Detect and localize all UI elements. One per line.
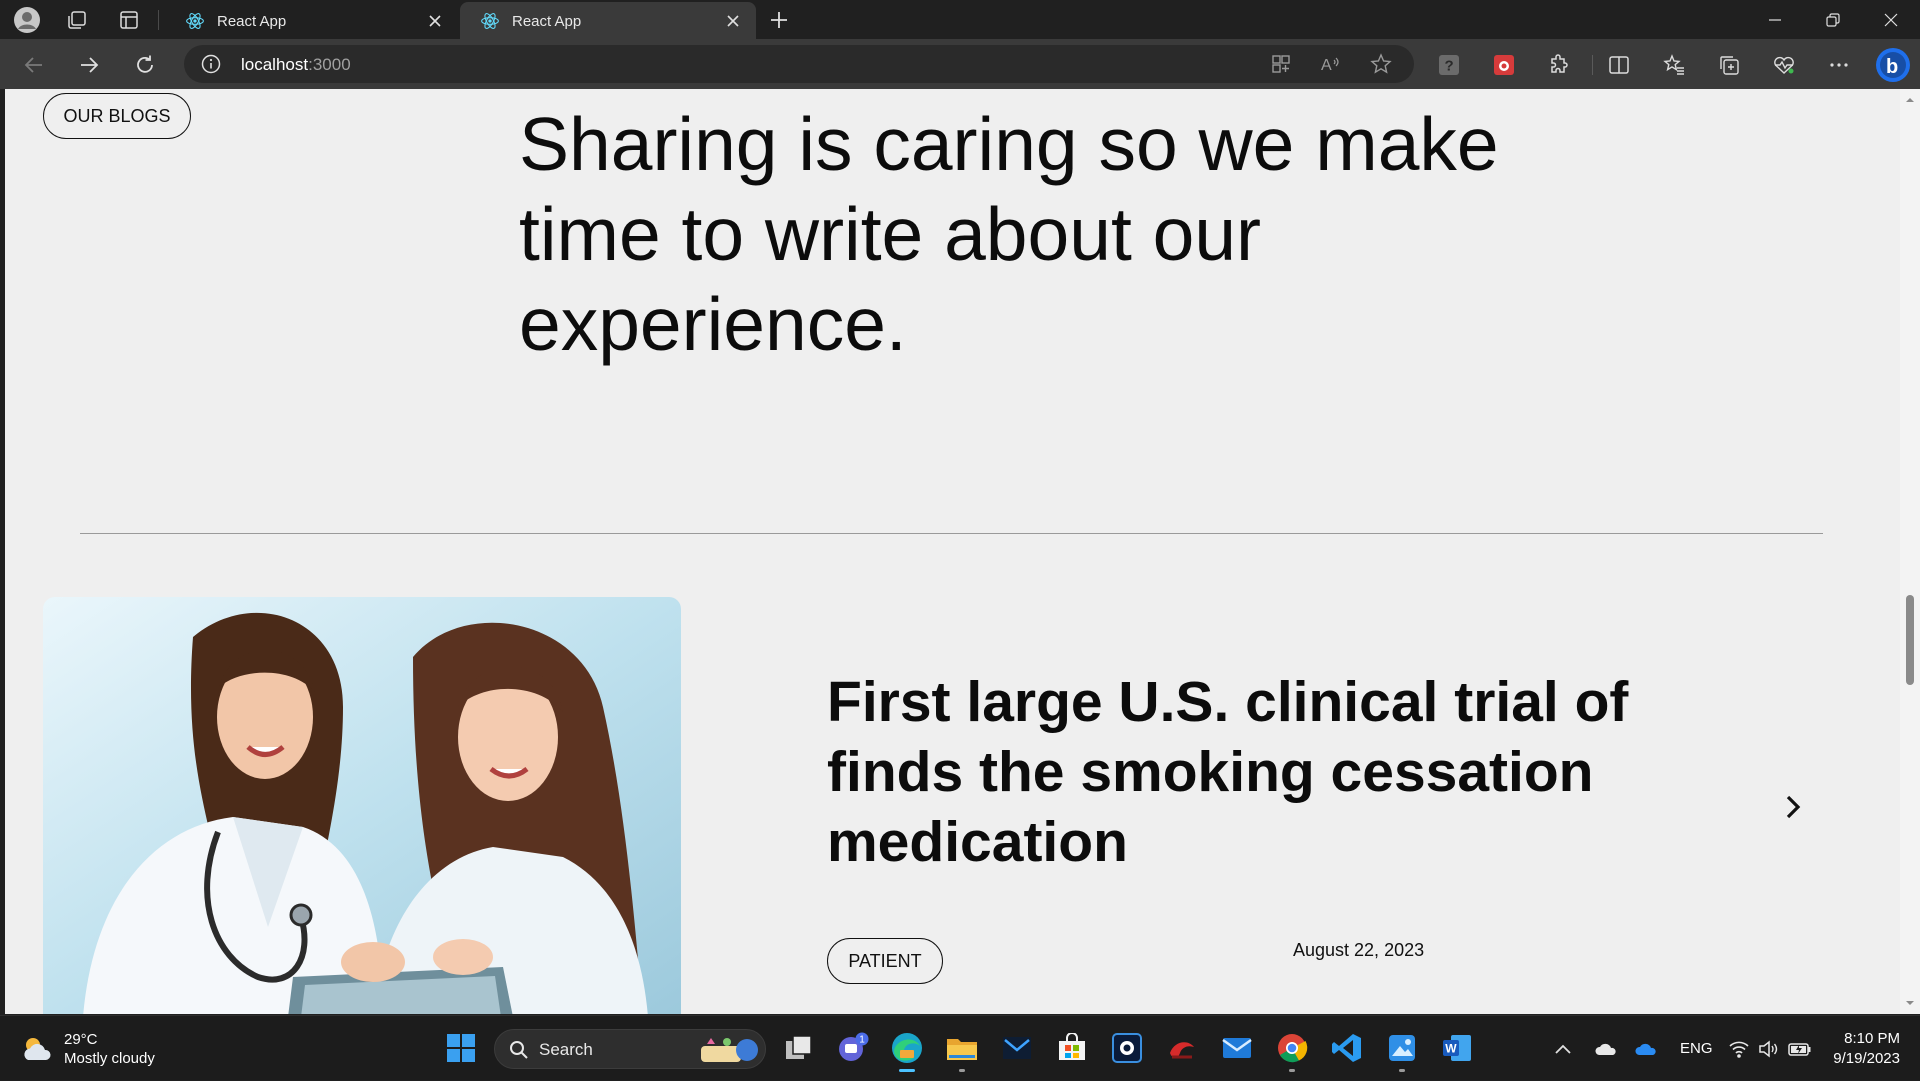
svg-text:W: W xyxy=(1445,1042,1457,1056)
tab-title: React App xyxy=(512,12,582,30)
close-tab-icon[interactable] xyxy=(724,12,742,30)
browser-essentials-icon[interactable] xyxy=(1767,48,1801,82)
teams-chat-icon[interactable]: 1 xyxy=(833,1028,873,1068)
split-screen-icon[interactable] xyxy=(1602,48,1636,82)
minimize-window-icon[interactable] xyxy=(1746,0,1804,39)
taskbar-clock[interactable]: 8:10 PM 9/19/2023 xyxy=(1816,1029,1900,1069)
red-app-icon[interactable] xyxy=(1162,1028,1202,1068)
react-favicon-icon xyxy=(186,13,204,29)
language-indicator[interactable]: ENG xyxy=(1680,1016,1713,1081)
blog-post-title[interactable]: First large U.S. clinical trial of finds… xyxy=(827,667,1687,877)
post-category-tag[interactable]: PATIENT xyxy=(827,938,943,984)
url-text: localhost:3000 xyxy=(241,55,351,75)
help-extension-icon[interactable]: ? xyxy=(1432,48,1466,82)
show-hidden-icons-chevron-icon[interactable] xyxy=(1554,1016,1572,1081)
favorite-star-icon[interactable] xyxy=(1364,47,1398,81)
mail-client-icon[interactable] xyxy=(997,1028,1037,1068)
new-tab-icon[interactable] xyxy=(764,5,794,35)
photos-app-icon[interactable] xyxy=(1382,1028,1422,1072)
scroll-down-arrow-icon[interactable] xyxy=(1905,998,1915,1008)
site-info-icon[interactable] xyxy=(201,54,221,74)
forward-icon[interactable] xyxy=(72,48,106,82)
post-date: August 22, 2023 xyxy=(1293,940,1425,960)
address-bar[interactable]: localhost:3000 A xyxy=(184,45,1414,83)
chrome-icon[interactable] xyxy=(1272,1028,1312,1072)
url-host: localhost xyxy=(241,55,309,74)
microsoft-store-icon[interactable] xyxy=(1052,1028,1092,1068)
weather-condition: Mostly cloudy xyxy=(64,1050,155,1067)
weather-temperature: 29°C xyxy=(64,1031,98,1048)
page-scrollbar[interactable] xyxy=(1900,89,1920,1014)
next-post-chevron-icon[interactable] xyxy=(1775,789,1811,825)
url-port: :3000 xyxy=(308,55,351,74)
tab-react-app-2[interactable]: React App xyxy=(460,2,756,40)
collections-icon[interactable] xyxy=(1712,48,1746,82)
media-app-icon[interactable] xyxy=(1107,1028,1147,1068)
weather-widget[interactable]: 29°C Mostly cloudy xyxy=(20,1030,155,1068)
toolbar-separator xyxy=(1592,55,1593,75)
scrollbar-thumb[interactable] xyxy=(1906,595,1914,685)
edge-browser-icon[interactable] xyxy=(887,1028,927,1072)
refresh-icon[interactable] xyxy=(128,48,162,82)
blog-post-image[interactable] xyxy=(43,597,681,1014)
svg-text:?: ? xyxy=(1445,58,1454,75)
task-view-icon[interactable] xyxy=(779,1028,819,1068)
workspaces-icon[interactable] xyxy=(62,5,92,35)
tab-separator xyxy=(158,10,159,30)
profile-avatar-icon[interactable] xyxy=(12,5,42,35)
page-viewport: OUR BLOGS Sharing is caring so we make t… xyxy=(5,89,1900,1014)
taskbar-search[interactable]: Search xyxy=(494,1029,766,1069)
copilot-icon[interactable]: b xyxy=(1874,46,1912,84)
close-window-icon[interactable] xyxy=(1862,0,1920,39)
svg-text:A: A xyxy=(1321,57,1332,74)
favorites-icon[interactable] xyxy=(1657,48,1691,82)
battery-icon[interactable] xyxy=(1788,1016,1812,1081)
tab-react-app-1[interactable]: React App xyxy=(165,2,458,40)
app-available-icon[interactable] xyxy=(1264,47,1298,81)
extensions-icon[interactable] xyxy=(1542,48,1576,82)
close-tab-icon[interactable] xyxy=(426,12,444,30)
file-explorer-icon[interactable] xyxy=(942,1028,982,1072)
clock-time: 8:10 PM xyxy=(1844,1030,1900,1047)
red-extension-icon[interactable] xyxy=(1487,48,1521,82)
clock-date: 9/19/2023 xyxy=(1833,1050,1900,1067)
read-aloud-icon[interactable]: A xyxy=(1314,47,1348,81)
teams-notification-badge: 1 xyxy=(859,1035,865,1046)
vscode-icon[interactable] xyxy=(1327,1028,1367,1068)
back-icon[interactable] xyxy=(17,48,51,82)
volume-icon[interactable] xyxy=(1758,1016,1780,1081)
scroll-up-arrow-icon[interactable] xyxy=(1905,95,1915,105)
our-blogs-tag[interactable]: OUR BLOGS xyxy=(43,93,191,139)
react-favicon-icon xyxy=(481,13,499,29)
cloudy-weather-icon xyxy=(24,1038,51,1060)
page-headline: Sharing is caring so we make time to wri… xyxy=(519,102,1499,366)
search-highlight-icon xyxy=(701,1038,758,1062)
search-icon xyxy=(510,1041,528,1059)
windows-taskbar: 29°C Mostly cloudy Search 1 W ENG 8:10 P… xyxy=(0,1015,1920,1080)
restore-window-icon[interactable] xyxy=(1804,0,1862,39)
onedrive-blue-icon[interactable] xyxy=(1634,1016,1658,1081)
svg-text:b: b xyxy=(1886,56,1898,78)
more-menu-icon[interactable] xyxy=(1822,48,1856,82)
start-windows-icon[interactable] xyxy=(441,1028,481,1068)
word-icon[interactable]: W xyxy=(1437,1028,1477,1068)
section-divider xyxy=(80,533,1823,534)
mail-app-icon[interactable] xyxy=(1217,1028,1257,1068)
browser-toolbar: localhost:3000 A ? b xyxy=(0,39,1920,89)
tab-title: React App xyxy=(217,12,287,30)
wifi-icon[interactable] xyxy=(1728,1016,1750,1081)
vertical-tabs-icon[interactable] xyxy=(114,5,144,35)
search-label: Search xyxy=(539,1040,593,1059)
onedrive-gray-icon[interactable] xyxy=(1594,1016,1618,1081)
browser-titlebar: React App React App xyxy=(0,0,1920,40)
